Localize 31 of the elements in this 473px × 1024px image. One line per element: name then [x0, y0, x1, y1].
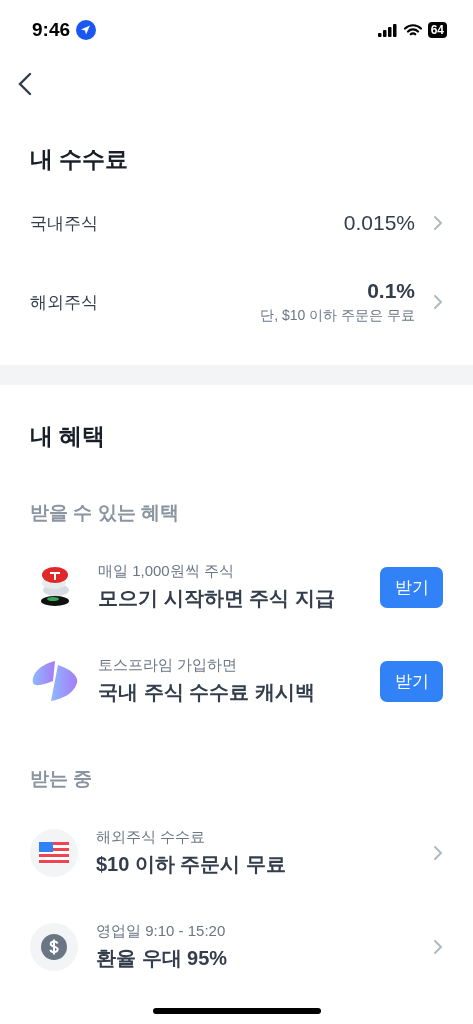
dollar-coin-icon — [41, 934, 67, 960]
fee-note: 단, $10 이하 주문은 무료 — [260, 307, 415, 325]
wifi-icon — [403, 23, 422, 37]
status-time: 9:46 — [32, 19, 71, 41]
chevron-right-icon — [433, 939, 443, 955]
subsection-title: 받는 중 — [29, 767, 94, 791]
section-title: 내 수수료 — [29, 145, 130, 174]
fee-rate: 0.1% — [367, 279, 415, 303]
chevron-right-icon — [433, 845, 443, 861]
battery-level: 64 — [427, 22, 447, 38]
claim-button[interactable]: 받기 — [380, 566, 443, 608]
chevron-right-icon — [433, 294, 443, 310]
section-title: 내 혜택 — [29, 422, 107, 451]
fee-label: 국내주식 — [30, 212, 99, 235]
benefit-subtitle: 해외주식 수수료 — [96, 828, 207, 847]
benefit-subtitle: 매일 1,000원씩 주식 — [98, 562, 235, 581]
signal-icon — [377, 23, 398, 37]
benefit-title: 국내 주식 수수료 캐시백 — [98, 680, 316, 705]
split-disc-icon — [31, 659, 79, 703]
chevron-right-icon — [433, 215, 443, 231]
claim-button[interactable]: 받기 — [380, 660, 443, 702]
fee-label: 해외주식 — [30, 291, 99, 314]
subsection-title: 받을 수 있는 혜택 — [29, 501, 180, 525]
location-icon — [76, 20, 97, 40]
fee-rate: 0.015% — [343, 211, 415, 235]
benefit-title: 모으기 시작하면 주식 지급 — [98, 586, 336, 611]
benefit-subtitle: 토스프라임 가입하면 — [98, 656, 239, 675]
benefit-title: $10 이하 주문시 무료 — [96, 852, 288, 877]
flag-icon — [39, 842, 69, 864]
benefit-subtitle: 영업일 9:10 - 15:20 — [96, 922, 227, 941]
benefit-title: 환율 우대 95% — [96, 946, 229, 971]
